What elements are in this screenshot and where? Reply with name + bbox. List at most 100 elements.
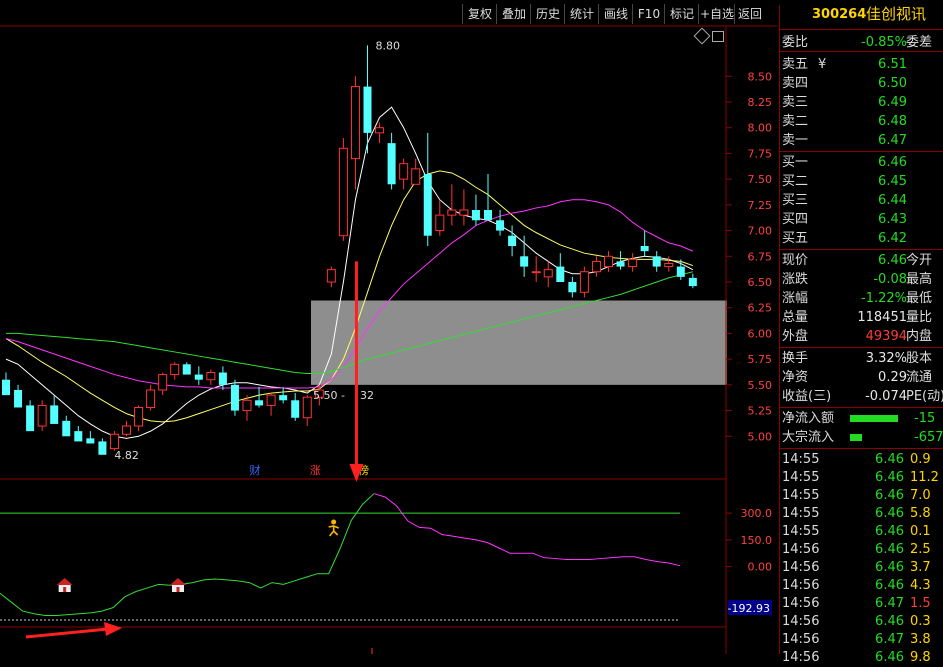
candle (338, 138, 348, 241)
candle-body (435, 214, 445, 232)
candle-body (616, 261, 625, 267)
candle-body (14, 390, 23, 408)
quote-panel: 300264 佳创视讯 委比 -0.85% 委差 卖五 6.51 ¥ 卖四 6.50 卖三… (779, 5, 943, 665)
candle-body (363, 86, 372, 133)
candle-body (579, 271, 589, 293)
tick-time: 14:55 (782, 506, 820, 521)
tick-price: 6.46 (875, 578, 904, 593)
sell-level-0-label: 卖五 (782, 57, 809, 72)
tick-volume: 9.8 (910, 650, 931, 665)
tick-price: 6.46 (875, 542, 904, 557)
ind-tick-label-0: 300.0 (741, 507, 773, 520)
toolbar-button-4[interactable]: 画线 (598, 4, 633, 24)
buy-level-4: 买五 6.42 (780, 229, 943, 248)
y-tick-label-6: 6.50 (748, 276, 773, 289)
flows-sep (780, 407, 943, 408)
stat2-row-0-label2: 股本 (906, 351, 933, 366)
sell-level-3-value: 6.48 (878, 114, 907, 129)
ind-tick-label-1: 150.0 (741, 534, 773, 547)
candle-body (62, 420, 71, 437)
y-tick-label-2: 5.50 (748, 379, 773, 392)
tick-price: 6.46 (875, 524, 904, 539)
candle-body (2, 379, 10, 396)
candle (508, 225, 517, 257)
y-tick-label-10: 7.50 (748, 173, 773, 186)
candle (146, 384, 156, 411)
candle-body (158, 374, 168, 391)
tick-time: 14:56 (782, 650, 820, 665)
stats-sep (780, 249, 943, 250)
stat-row-3-label: 总量 (782, 310, 809, 325)
sell-level-4-label: 卖一 (782, 133, 809, 148)
candle (579, 266, 589, 298)
buy-level-2: 买三 6.44 (780, 191, 943, 210)
stat-row-2-label: 涨幅 (782, 291, 809, 306)
tick-price: 6.46 (875, 560, 904, 575)
flow-row-1: 大宗流入 -657 (780, 428, 943, 447)
stock-header: 300264 佳创视讯 (780, 5, 943, 27)
tick-time: 14:56 (782, 632, 820, 647)
tick-price: 6.46 (875, 614, 904, 629)
candle (86, 431, 95, 444)
candle-body (543, 269, 553, 278)
toolbar-button-7[interactable]: +自选 (698, 4, 735, 24)
candle-body (170, 363, 180, 376)
buy-level-0-label: 买一 (782, 155, 809, 170)
candle-body (471, 210, 480, 221)
candle-body (640, 246, 649, 252)
candle (194, 366, 203, 385)
tick-volume: 2.5 (910, 542, 931, 557)
stat-row-1: 涨跌 -0.08 最高 (780, 270, 943, 289)
buy-level-1: 买二 6.45 (780, 172, 943, 191)
tick-row: 14:55 6.46 7.0 (780, 487, 943, 505)
currency-icon: ¥ (818, 57, 827, 72)
tick-time: 14:56 (782, 560, 820, 575)
tick-row: 14:55 6.46 5.8 (780, 505, 943, 523)
candle-body (520, 256, 529, 267)
stat-row-0-label: 现价 (782, 253, 809, 268)
low-label: 4.82 (114, 449, 138, 462)
candle-body (350, 86, 360, 160)
buy-level-1-label: 买二 (782, 174, 809, 189)
candle-body (182, 364, 191, 375)
toolbar-button-8[interactable]: 返回 (734, 4, 765, 24)
stat2-row-2-label: 收益(三) (782, 389, 832, 404)
candle (688, 273, 697, 289)
tick-price: 6.46 (875, 488, 904, 503)
toolbar-button-6[interactable]: 标记 (664, 4, 699, 24)
y-tick-label-12: 8.00 (748, 122, 773, 135)
stat-row-4: 外盘 49394 内盘 (780, 327, 943, 346)
candle (591, 256, 601, 277)
ticks-sep (780, 448, 943, 449)
candle-body (266, 394, 276, 406)
toolbar-button-2[interactable]: 历史 (530, 4, 565, 24)
candle-body (375, 127, 385, 134)
tick-time: 14:56 (782, 542, 820, 557)
sell-level-1: 卖四 6.50 (780, 74, 943, 93)
candle (604, 251, 613, 272)
candle (37, 400, 47, 432)
candle (206, 369, 216, 385)
stat-row-3: 总量 118451 量比 (780, 308, 943, 327)
candle (302, 395, 312, 426)
toolbar-button-1[interactable]: 叠加 (496, 4, 531, 24)
candle (326, 266, 336, 288)
toolbar-button-5[interactable]: F10 (632, 4, 665, 24)
tick-time: 14:56 (782, 578, 820, 593)
toolbar-button-0[interactable]: 复权 (462, 4, 497, 24)
candle (423, 132, 432, 246)
home-icon (56, 578, 73, 592)
candle-body (338, 147, 348, 237)
stat-row-0-value: 6.46 (878, 253, 907, 268)
buy-level-3: 买四 6.43 (780, 210, 943, 229)
window-icon[interactable] (712, 31, 724, 42)
candle-body (279, 395, 288, 401)
candle (74, 426, 83, 442)
tick-time: 14:55 (782, 524, 820, 539)
toolbar-button-3[interactable]: 统计 (564, 4, 599, 24)
consolidation-box (311, 300, 727, 385)
tick-row: 14:56 6.47 1.5 (780, 595, 943, 613)
stat-row-3-label2: 量比 (906, 310, 933, 325)
tick-volume: 1.5 (910, 596, 931, 611)
stat-row-0: 现价 6.46 今开 (780, 251, 943, 270)
